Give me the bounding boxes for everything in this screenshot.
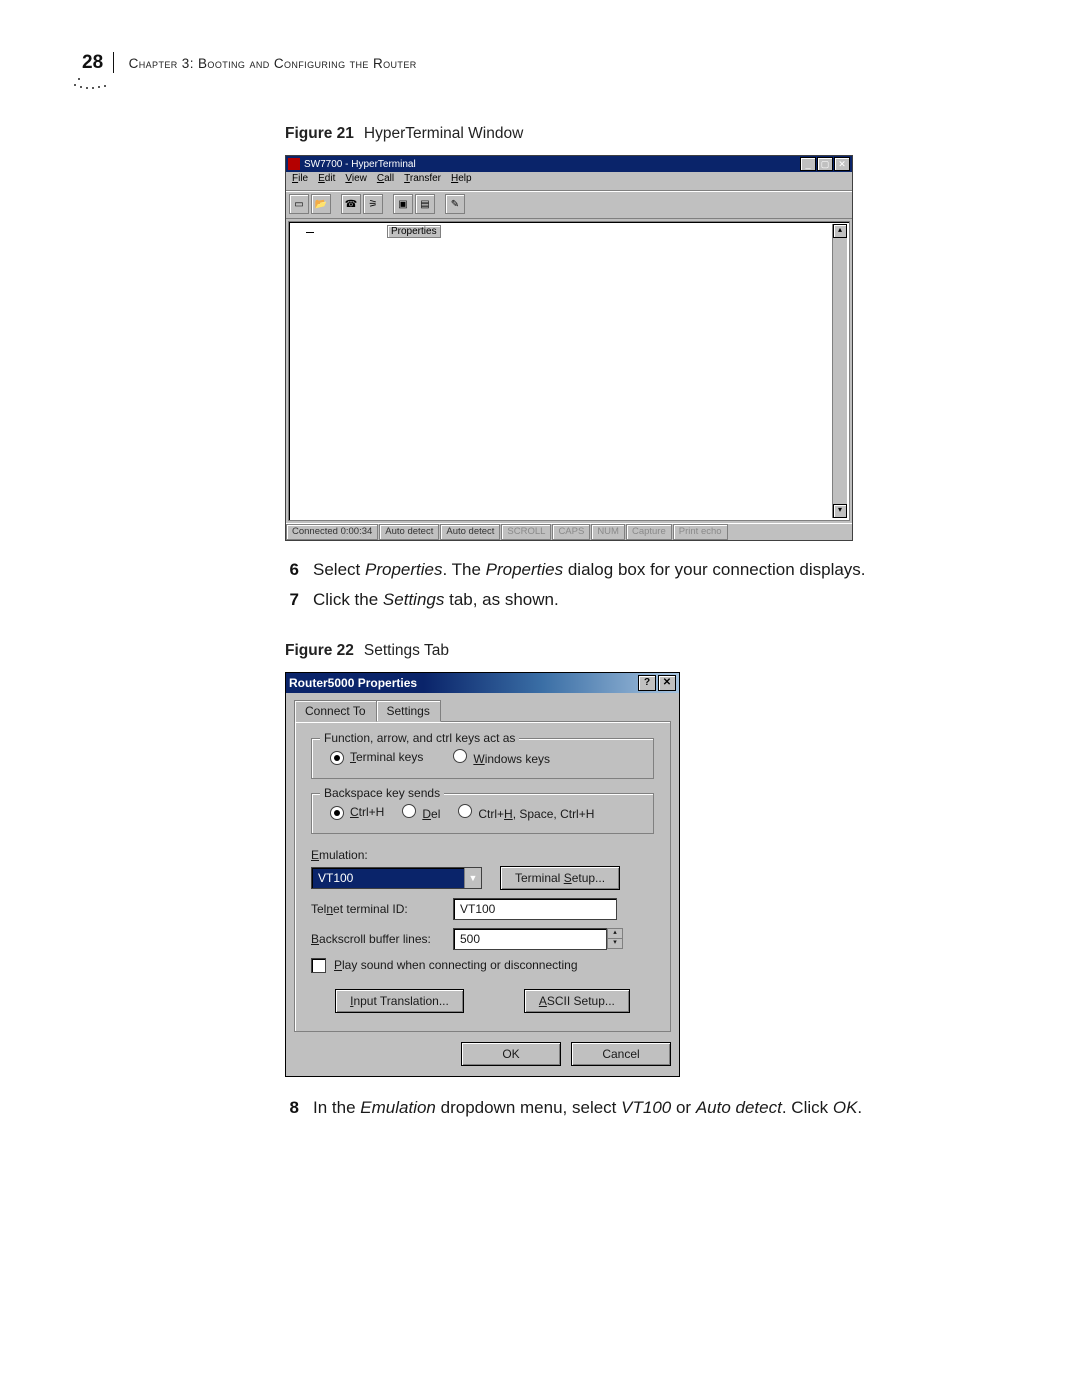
figure-21-caption: Figure 21HyperTerminal Window [285, 125, 1005, 143]
settings-panel: Function, arrow, and ctrl keys act as Te… [294, 721, 671, 1032]
radio-ctrl-h-space[interactable]: Ctrl+H, Space, Ctrl+H [458, 804, 594, 821]
ht-window-title: SW7700 - HyperTerminal [304, 159, 416, 170]
status-connected: Connected 0:00:34 [286, 524, 378, 540]
tb-connect-icon[interactable]: ☎ [341, 194, 361, 214]
ht-menu-bar[interactable]: File Edit View Call Transfer Help [286, 172, 852, 191]
terminal-setup-button[interactable]: Terminal Setup... [500, 866, 620, 890]
radio-windows-keys[interactable]: Windows keys [453, 749, 550, 766]
tb-disconnect-icon[interactable]: ⚞ [363, 194, 383, 214]
menu-view[interactable]: View [345, 173, 367, 189]
status-auto2: Auto detect [440, 524, 500, 540]
close-button[interactable]: ✕ [834, 157, 850, 171]
status-caps: CAPS [552, 524, 590, 540]
group-backspace: Backspace key sends Ctrl+H Del Ctrl+H, S… [311, 793, 654, 834]
cancel-button[interactable]: Cancel [571, 1042, 671, 1066]
ht-toolbar: ▭ 📂 ☎ ⚞ ▣ ▤ ✎ [286, 191, 852, 219]
play-sound-label: Play sound when connecting or disconnect… [334, 958, 578, 972]
step-6-number: 6 [285, 557, 299, 583]
step-8-text: In the Emulation dropdown menu, select V… [313, 1095, 862, 1121]
ht-terminal-area[interactable]: Properties ▴ ▾ [288, 221, 850, 521]
label-telnet-id: Telnet terminal ID: [311, 902, 441, 916]
dlg-title-bar[interactable]: Router5000 Properties ? ✕ [286, 673, 679, 693]
step-7-number: 7 [285, 587, 299, 613]
status-num: NUM [591, 524, 625, 540]
tb-properties-icon[interactable]: ✎ [445, 194, 465, 214]
figure-22-caption: Figure 22Settings Tab [285, 642, 1005, 660]
play-sound-checkbox[interactable] [311, 958, 326, 973]
resize-grip-icon[interactable] [838, 524, 852, 540]
backscroll-input[interactable]: 500 [453, 928, 607, 950]
minimize-button[interactable]: _ [800, 157, 816, 171]
label-emulation: Emulation: [311, 848, 654, 862]
radio-ctrl-h[interactable]: Ctrl+H [330, 805, 384, 820]
ht-app-icon [288, 158, 300, 170]
hyperterminal-window: SW7700 - HyperTerminal _ ▢ ✕ File Edit V… [285, 155, 853, 541]
step-7-text: Click the Settings tab, as shown. [313, 587, 559, 613]
dlg-tabs: Connect To Settings [294, 700, 671, 722]
group-function-keys-legend: Function, arrow, and ctrl keys act as [320, 731, 519, 745]
step-8-number: 8 [285, 1095, 299, 1121]
tb-send-icon[interactable]: ▣ [393, 194, 413, 214]
status-capture: Capture [626, 524, 672, 540]
status-printecho: Print echo [673, 524, 728, 540]
ok-button[interactable]: OK [461, 1042, 561, 1066]
status-auto1: Auto detect [379, 524, 439, 540]
page-number: 28 [82, 52, 114, 73]
dlg-help-button[interactable]: ? [638, 675, 656, 691]
tb-new-icon[interactable]: ▭ [289, 194, 309, 214]
tab-connect-to[interactable]: Connect To [294, 700, 377, 722]
ht-properties-tooltip: Properties [387, 225, 441, 238]
tab-settings[interactable]: Settings [376, 700, 441, 722]
step-6-text: Select Properties. The Properties dialog… [313, 557, 866, 583]
tb-receive-icon[interactable]: ▤ [415, 194, 435, 214]
emulation-dropdown[interactable]: VT100 ▼ [311, 867, 482, 889]
status-scroll: SCROLL [501, 524, 551, 540]
ht-title-bar[interactable]: SW7700 - HyperTerminal _ ▢ ✕ [286, 156, 852, 172]
backscroll-stepper[interactable]: ▴▾ [607, 928, 623, 949]
menu-transfer[interactable]: Transfer [404, 173, 441, 189]
ht-status-bar: Connected 0:00:34 Auto detect Auto detec… [286, 523, 852, 540]
menu-help[interactable]: Help [451, 173, 472, 189]
input-translation-button[interactable]: Input Translation... [335, 989, 464, 1013]
scroll-down-icon[interactable]: ▾ [833, 504, 847, 518]
chapter-title: Chapter 3: Booting and Configuring the R… [129, 56, 417, 71]
dlg-title-text: Router5000 Properties [289, 676, 417, 690]
scroll-up-icon[interactable]: ▴ [833, 224, 847, 238]
menu-call[interactable]: Call [377, 173, 394, 189]
group-backspace-legend: Backspace key sends [320, 786, 444, 800]
properties-dialog: Router5000 Properties ? ✕ Connect To Set… [285, 672, 680, 1077]
menu-file[interactable]: File [292, 173, 308, 189]
dlg-close-button[interactable]: ✕ [658, 675, 676, 691]
tb-open-icon[interactable]: 📂 [311, 194, 331, 214]
ht-scrollbar[interactable]: ▴ ▾ [832, 224, 847, 518]
label-backscroll: Backscroll buffer lines: [311, 932, 441, 946]
maximize-button[interactable]: ▢ [817, 157, 833, 171]
chevron-down-icon[interactable]: ▼ [464, 868, 481, 888]
telnet-id-input[interactable]: VT100 [453, 898, 617, 920]
ascii-setup-button[interactable]: ASCII Setup... [524, 989, 630, 1013]
decorative-dots [74, 78, 114, 94]
menu-edit[interactable]: Edit [318, 173, 335, 189]
radio-terminal-keys[interactable]: Terminal keys [330, 750, 423, 765]
radio-del[interactable]: Del [402, 804, 440, 821]
cursor-icon [306, 232, 314, 233]
group-function-keys: Function, arrow, and ctrl keys act as Te… [311, 738, 654, 779]
